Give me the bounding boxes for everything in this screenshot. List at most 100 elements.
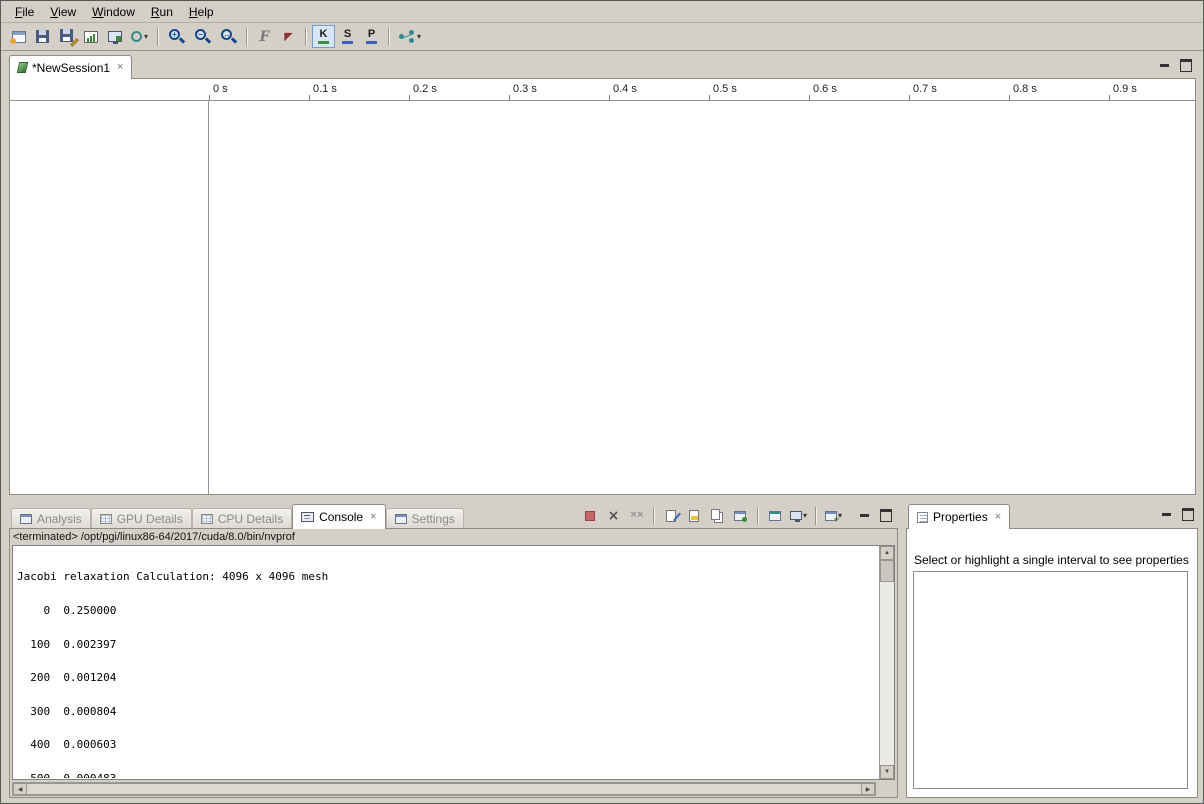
- timeline-canvas[interactable]: [210, 101, 1195, 494]
- tab-properties-label: Properties: [933, 510, 988, 524]
- minimize-button[interactable]: [858, 510, 870, 522]
- flag-button[interactable]: F: [253, 25, 276, 48]
- ruler-tick: 0.7 s: [913, 83, 937, 95]
- pin-console-icon: [734, 511, 746, 521]
- dropdown-icon: ▾: [803, 512, 807, 520]
- stream-toggle-button[interactable]: S: [336, 25, 359, 48]
- zoom-out-button[interactable]: −: [190, 25, 215, 48]
- display-console-dropdown-button[interactable]: ▾: [788, 505, 809, 526]
- tab-analysis-label: Analysis: [37, 512, 82, 526]
- tab-cpu-details[interactable]: CPU Details: [192, 508, 292, 529]
- maximize-button[interactable]: [880, 510, 892, 522]
- tab-gpu-details[interactable]: GPU Details: [91, 508, 192, 529]
- table-icon: [100, 514, 112, 524]
- console-output-text: Jacobi relaxation Calculation: 4096 x 40…: [14, 547, 878, 778]
- tab-session[interactable]: *NewSession1 ×: [9, 55, 132, 79]
- terminate-button[interactable]: [580, 505, 601, 526]
- tab-console-label: Console: [319, 510, 363, 524]
- properties-view: Properties × Select or highlight a singl…: [906, 504, 1198, 798]
- horizontal-scrollbar[interactable]: ◀ ▶: [12, 782, 876, 796]
- ruler-tick: 0.9 s: [1113, 83, 1137, 95]
- collect-metrics-dropdown-button[interactable]: ▾: [127, 25, 152, 48]
- properties-minmax: [1160, 508, 1194, 520]
- toolbar-separator: [246, 28, 248, 46]
- process-toggle-button[interactable]: P: [360, 25, 383, 48]
- zoom-in-button[interactable]: +: [164, 25, 189, 48]
- vertical-scrollbar-thumb[interactable]: [880, 560, 894, 582]
- toolbar-separator: [653, 507, 655, 525]
- console-process-label: <terminated> /opt/pgi/linux86-64/2017/cu…: [13, 531, 295, 543]
- console-output[interactable]: Jacobi relaxation Calculation: 4096 x 40…: [12, 545, 895, 780]
- import-session-button[interactable]: [103, 25, 126, 48]
- tab-console[interactable]: Console ×: [292, 504, 385, 529]
- ruler-tick: 0.2 s: [413, 83, 437, 95]
- remove-all-launches-button[interactable]: ××: [626, 505, 647, 526]
- tab-settings[interactable]: Settings: [386, 508, 464, 529]
- open-console-icon: [825, 511, 837, 521]
- new-session-button[interactable]: [7, 25, 30, 48]
- console-line: Jacobi relaxation Calculation: 4096 x 40…: [17, 571, 878, 582]
- zoom-fit-button[interactable]: ↔: [216, 25, 241, 48]
- scroll-lock-button[interactable]: [684, 505, 705, 526]
- nvvp-window: File View Window Run Help ▾ +: [0, 0, 1204, 804]
- main-toolbar: ▾ + − ↔ F ◤ K: [1, 23, 1203, 51]
- zoom-fit-icon: ↔: [220, 28, 237, 45]
- properties-empty-box: [913, 571, 1188, 789]
- close-icon[interactable]: ×: [995, 512, 1001, 523]
- maximize-button[interactable]: [1180, 59, 1192, 71]
- menu-help[interactable]: Help: [181, 2, 222, 22]
- remove-icon: ×: [608, 509, 620, 523]
- minimize-button[interactable]: [1160, 508, 1172, 520]
- tab-analysis[interactable]: Analysis: [11, 508, 91, 529]
- profile-application-button[interactable]: [79, 25, 102, 48]
- menu-file[interactable]: File: [7, 2, 42, 22]
- remove-launch-button[interactable]: ×: [603, 505, 624, 526]
- display-console-icon: [769, 511, 781, 521]
- menu-window[interactable]: Window: [84, 2, 143, 22]
- scroll-right-button[interactable]: ▶: [861, 783, 875, 795]
- toolbar-separator: [757, 507, 759, 525]
- properties-message: Select or highlight a single interval to…: [914, 553, 1189, 567]
- scroll-left-button[interactable]: ◀: [13, 783, 27, 795]
- new-session-icon: [12, 31, 26, 43]
- marker-arrow-icon: ◤: [284, 31, 292, 42]
- tab-properties[interactable]: Properties ×: [908, 504, 1010, 529]
- scroll-up-button[interactable]: ▲: [880, 546, 894, 560]
- properties-icon: [917, 512, 928, 523]
- clear-console-button[interactable]: [661, 505, 682, 526]
- analysis-icon: [399, 30, 415, 43]
- close-icon[interactable]: ×: [370, 512, 376, 523]
- scroll-down-button[interactable]: ▼: [880, 765, 894, 779]
- marker-button[interactable]: ◤: [277, 25, 300, 48]
- editor-minmax: [1158, 59, 1192, 71]
- bar-chart-icon: [84, 31, 98, 43]
- dropdown-icon: ▾: [417, 33, 421, 41]
- zoom-in-icon: +: [168, 28, 185, 45]
- toolbar-separator: [157, 28, 159, 46]
- save-as-button[interactable]: [55, 25, 78, 48]
- menu-view[interactable]: View: [42, 2, 84, 22]
- ruler-tick: 0.3 s: [513, 83, 537, 95]
- maximize-button[interactable]: [1182, 508, 1194, 520]
- save-button[interactable]: [31, 25, 54, 48]
- console-line: 200 0.001204: [17, 672, 878, 683]
- menu-run[interactable]: Run: [143, 2, 181, 22]
- display-selected-console-button[interactable]: [765, 505, 786, 526]
- flag-icon: F: [260, 30, 270, 44]
- timeline-ruler[interactable]: 0 s 0.1 s 0.2 s 0.3 s 0.4 s 0.5 s 0.6 s …: [10, 79, 1195, 101]
- scroll-lock-icon: [689, 510, 699, 522]
- run-analysis-dropdown-button[interactable]: ▾: [395, 25, 425, 48]
- stream-icon: S: [342, 29, 353, 44]
- console-line: 100 0.002397: [17, 639, 878, 650]
- minimize-button[interactable]: [1158, 59, 1170, 71]
- word-wrap-button[interactable]: [707, 505, 728, 526]
- close-icon[interactable]: ×: [117, 62, 123, 73]
- vertical-scrollbar[interactable]: ▲ ▼: [879, 546, 894, 779]
- horizontal-scrollbar-thumb[interactable]: [26, 783, 862, 795]
- console-line: 500 0.000483: [17, 773, 878, 778]
- dropdown-icon: ▾: [144, 33, 148, 41]
- pin-console-button[interactable]: [730, 505, 751, 526]
- open-console-dropdown-button[interactable]: ▾: [823, 505, 844, 526]
- kernel-toggle-button[interactable]: K: [312, 25, 335, 48]
- properties-body: Select or highlight a single interval to…: [906, 528, 1198, 798]
